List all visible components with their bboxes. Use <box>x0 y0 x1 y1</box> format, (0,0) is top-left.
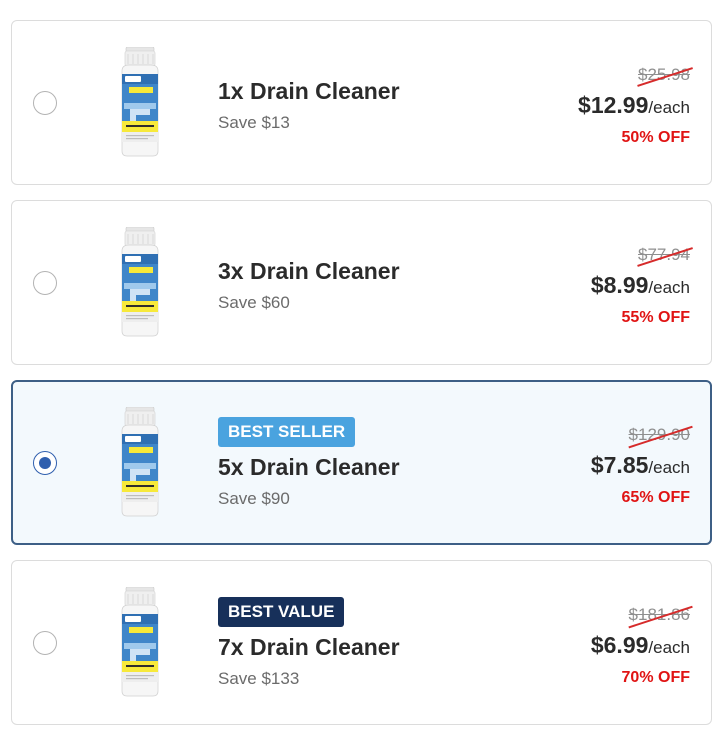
offer-title: 3x Drain Cleaner <box>218 258 400 284</box>
offer-savings: Save $13 <box>218 113 290 132</box>
radio-button-icon[interactable] <box>33 631 57 655</box>
radio-button-icon[interactable] <box>33 271 57 295</box>
original-price: $129.90 <box>627 425 693 448</box>
radio-selected-dot-icon <box>39 457 51 469</box>
best-seller-badge: BEST SELLER <box>218 417 356 447</box>
offer-card-1x[interactable]: 1x Drain Cleaner Save $13 $25.98 $12.99/… <box>11 20 712 185</box>
offer-card-3x[interactable]: 3x Drain Cleaner Save $60 $77.94 $8.99/e… <box>11 200 712 365</box>
current-price: $12.99/each <box>578 91 690 123</box>
discount-label: 55% OFF <box>621 309 690 326</box>
offer-title: 5x Drain Cleaner <box>218 454 400 480</box>
offer-savings: Save $133 <box>218 669 300 688</box>
drain-cleaner-bottle-image <box>116 587 164 697</box>
drain-cleaner-bottle-image <box>116 407 164 517</box>
offer-list: 1x Drain Cleaner Save $13 $25.98 $12.99/… <box>0 0 720 735</box>
radio-button-icon[interactable] <box>33 91 57 115</box>
price-block: $181.86 $6.99/each 70% OFF <box>591 605 693 688</box>
price-unit: /each <box>648 278 690 297</box>
discount-label: 65% OFF <box>621 489 690 506</box>
drain-cleaner-bottle-image <box>116 47 164 157</box>
price-unit: /each <box>648 638 690 657</box>
radio-button-icon[interactable] <box>33 451 57 475</box>
offer-savings: Save $90 <box>218 489 290 508</box>
offer-card-5x[interactable]: BEST SELLER 5x Drain Cleaner Save $90 $1… <box>11 380 712 545</box>
price-unit: /each <box>648 98 690 117</box>
offer-card-7x[interactable]: BEST VALUE 7x Drain Cleaner Save $133 $1… <box>11 560 712 725</box>
original-price: $77.94 <box>637 245 693 267</box>
current-price: $6.99/each <box>591 631 690 663</box>
price-block: $77.94 $8.99/each 55% OFF <box>591 245 693 328</box>
discount-label: 50% OFF <box>621 129 690 146</box>
price-amount: $8.99 <box>590 272 649 298</box>
original-price: $181.86 <box>627 605 693 628</box>
offer-info: 1x Drain Cleaner Save $13 <box>218 77 400 133</box>
price-amount: $6.99 <box>590 632 649 658</box>
drain-cleaner-bottle-image <box>116 227 164 337</box>
current-price: $7.85/each <box>591 451 690 483</box>
price-block: $25.98 $12.99/each 50% OFF <box>578 65 693 148</box>
offer-title: 1x Drain Cleaner <box>218 78 400 104</box>
original-price: $25.98 <box>637 65 693 87</box>
price-unit: /each <box>648 458 690 477</box>
discount-label: 70% OFF <box>621 669 690 686</box>
price-block: $129.90 $7.85/each 65% OFF <box>591 425 693 508</box>
current-price: $8.99/each <box>591 271 690 303</box>
best-value-badge: BEST VALUE <box>218 597 345 627</box>
price-amount: $7.85 <box>590 452 649 478</box>
offer-savings: Save $60 <box>218 293 290 312</box>
offer-info: BEST SELLER 5x Drain Cleaner Save $90 <box>218 417 400 509</box>
offer-info: 3x Drain Cleaner Save $60 <box>218 257 400 313</box>
offer-title: 7x Drain Cleaner <box>218 634 400 660</box>
offer-info: BEST VALUE 7x Drain Cleaner Save $133 <box>218 597 400 689</box>
price-amount: $12.99 <box>578 92 649 118</box>
